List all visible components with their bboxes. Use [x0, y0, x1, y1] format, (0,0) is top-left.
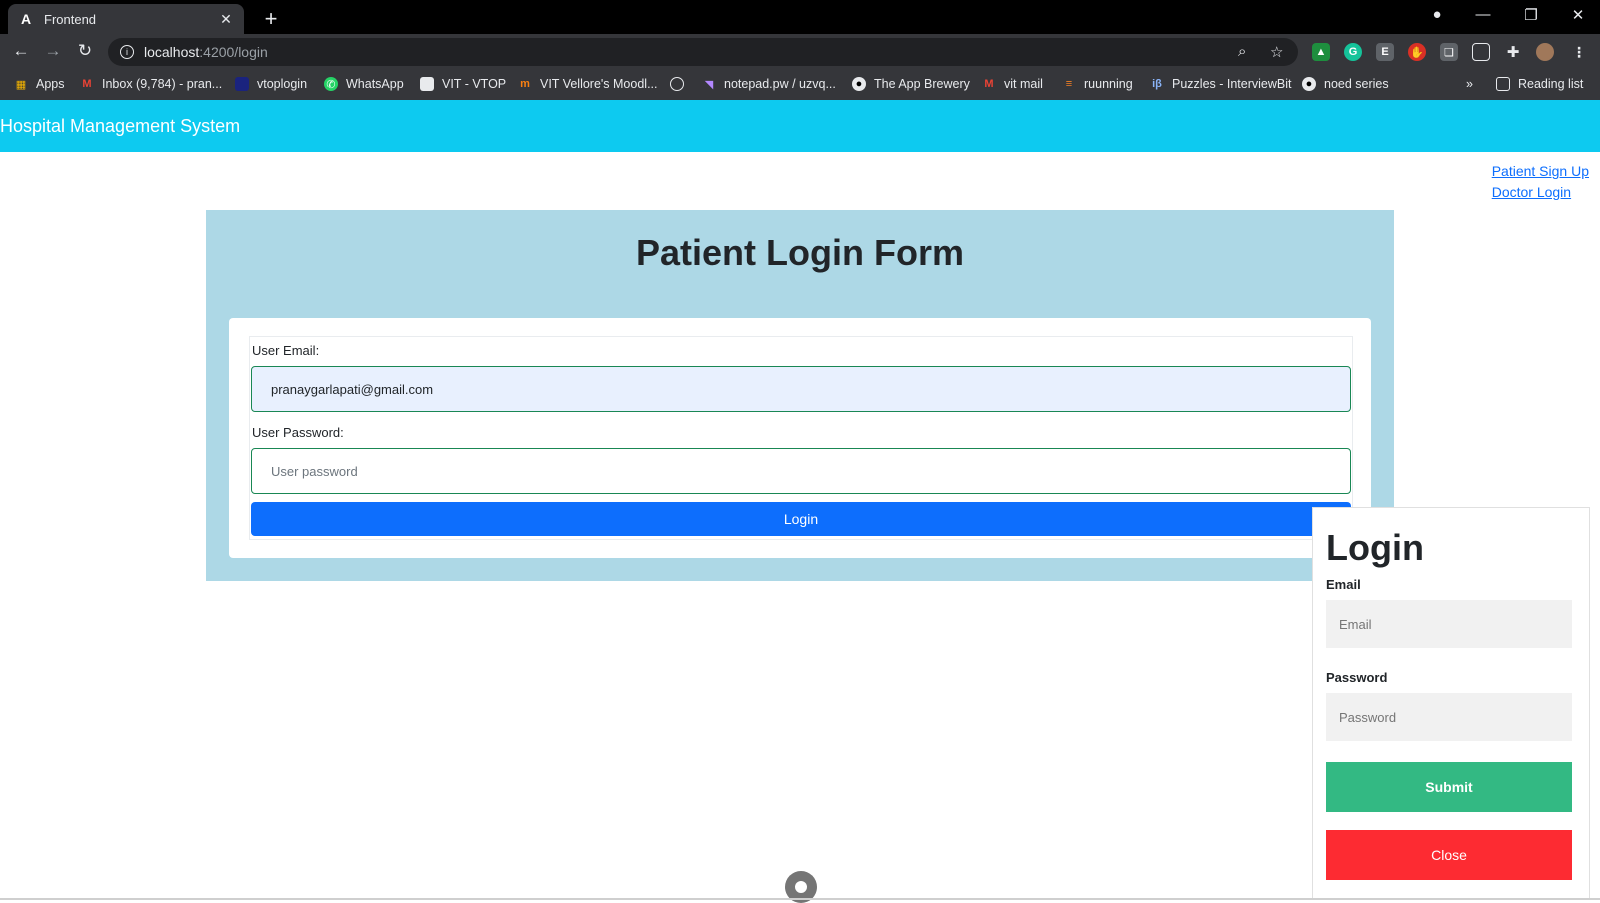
reading-list[interactable]: Reading list [1496, 77, 1583, 91]
popup-password-label: Password [1326, 670, 1388, 685]
bookmark-label: vtoplogin [257, 77, 308, 91]
form-panel: User Email: User Password: Login [229, 318, 1371, 558]
back-icon[interactable]: ← [10, 41, 32, 61]
interviewbit-icon: iβ [1152, 78, 1162, 90]
close-tab-icon[interactable]: ✕ [218, 11, 234, 28]
bookmark-star-icon[interactable]: ☆ [1270, 43, 1283, 61]
popup-email-input[interactable] [1326, 600, 1572, 648]
globe-icon [670, 77, 684, 91]
bookmark-label: VIT - VTOP [442, 77, 507, 91]
gmail-icon: M [82, 78, 92, 90]
browser-menu-icon[interactable]: ⋮ [1570, 43, 1588, 61]
bookmark-label: notepad.pw / uzvq... [724, 77, 836, 91]
bookmark-ruunning[interactable]: ≡ ruunning [1062, 77, 1133, 91]
reload-icon[interactable]: ↻ [74, 41, 96, 61]
bookmark-label: The App Brewery [874, 77, 970, 91]
bookmark-label: Puzzles - InterviewBit [1172, 77, 1292, 91]
zoom-icon[interactable]: ⌕ [1238, 43, 1246, 60]
adblock-icon[interactable]: ✋ [1408, 43, 1426, 61]
restore-icon[interactable]: ❐ [1520, 6, 1542, 24]
address-bar[interactable]: i localhost :4200/login ⌕ ☆ [108, 38, 1298, 66]
bookmark-label: vit mail [1004, 77, 1043, 91]
bookmark-label: Inbox (9,784) - pran... [102, 77, 223, 91]
browser-toolbar: ← → ↻ i localhost :4200/login ⌕ ☆ ▲ G E … [0, 34, 1600, 70]
copy-extension-icon[interactable]: ❏ [1440, 43, 1458, 61]
minimize-icon[interactable]: — [1472, 6, 1494, 23]
gmail-icon: M [984, 78, 994, 90]
password-label: User Password: [252, 425, 344, 440]
bookmark-app-brewery[interactable]: ● The App Brewery [852, 77, 970, 91]
bookmark-interviewbit[interactable]: iβ Puzzles - InterviewBit [1150, 77, 1291, 91]
extensions-puzzle-icon[interactable]: ✚ [1504, 43, 1522, 61]
profile-avatar-icon[interactable] [1536, 43, 1554, 61]
email-field[interactable] [251, 366, 1351, 412]
bookmark-apps[interactable]: ▦ Apps [14, 77, 65, 91]
login-popup: Login Email Password Submit Close [1312, 507, 1590, 900]
bookmark-moodle[interactable]: m VIT Vellore's Moodl... [518, 77, 658, 91]
auth-links: Patient Sign Up Doctor Login [1492, 161, 1589, 203]
github-icon: ● [1302, 77, 1316, 91]
moodle-icon: m [520, 78, 530, 90]
angular-icon: A [20, 11, 32, 27]
login-button[interactable]: Login [251, 502, 1351, 536]
popup-title: Login [1326, 527, 1424, 568]
notepad-icon: ◥ [704, 78, 714, 91]
bookmark-label: ruunning [1084, 77, 1133, 91]
bookmark-globe[interactable] [670, 77, 692, 91]
browser-tab-bar: A Frontend ✕ + ● — ❐ ✕ [0, 0, 1600, 34]
doctor-login-link[interactable]: Doctor Login [1492, 182, 1589, 203]
stack-icon: ≡ [1065, 78, 1073, 90]
bookmark-noed-series[interactable]: ● noed series [1302, 77, 1389, 91]
bookmark-whatsapp[interactable]: ✆ WhatsApp [324, 77, 404, 91]
app-navbar: Hospital Management System [0, 100, 1600, 152]
password-field[interactable] [251, 448, 1351, 494]
site-info-icon[interactable]: i [120, 45, 134, 59]
brewery-icon: ● [852, 77, 866, 91]
window-close-icon[interactable]: ✕ [1567, 6, 1589, 24]
url-host: localhost [144, 44, 200, 60]
cast-icon[interactable] [1472, 43, 1490, 61]
new-tab-icon[interactable]: + [260, 6, 282, 32]
browser-tab[interactable]: A Frontend ✕ [8, 4, 244, 34]
patient-login-card: Patient Login Form User Email: User Pass… [206, 210, 1394, 581]
page-icon [420, 77, 434, 91]
whatsapp-icon: ✆ [324, 77, 338, 91]
submit-button[interactable]: Submit [1326, 762, 1572, 812]
page-title: Patient Login Form [636, 232, 964, 273]
login-form: User Email: User Password: Login [249, 336, 1353, 540]
google-drive-icon[interactable]: ▲ [1312, 43, 1330, 61]
extension-e-icon[interactable]: E [1376, 43, 1394, 61]
popup-email-label: Email [1326, 577, 1361, 592]
bookmark-label: noed series [1324, 77, 1389, 91]
bookmarks-overflow-icon[interactable]: » [1466, 77, 1473, 91]
url-path: :4200/login [199, 44, 268, 60]
popup-password-input[interactable] [1326, 693, 1572, 741]
bookmark-inbox[interactable]: M Inbox (9,784) - pran... [80, 77, 222, 91]
bookmark-label: WhatsApp [346, 77, 404, 91]
grammarly-icon[interactable]: G [1344, 43, 1362, 61]
bookmark-label: VIT Vellore's Moodl... [540, 77, 658, 91]
bookmarks-bar: ▦ Apps M Inbox (9,784) - pran... vtoplog… [0, 70, 1600, 100]
reading-list-icon [1496, 77, 1510, 91]
globe-icon [235, 77, 249, 91]
reading-list-label: Reading list [1518, 77, 1584, 91]
bookmark-vit-mail[interactable]: M vit mail [982, 77, 1043, 91]
profile-dropdown-icon[interactable]: ● [1426, 6, 1448, 23]
patient-signup-link[interactable]: Patient Sign Up [1492, 161, 1589, 182]
email-label: User Email: [252, 343, 320, 358]
bookmark-vit-vtop[interactable]: VIT - VTOP [420, 77, 506, 91]
close-button[interactable]: Close [1326, 830, 1572, 880]
apps-grid-icon: ▦ [15, 78, 27, 91]
bookmark-vtoplogin[interactable]: vtoplogin [235, 77, 307, 91]
tab-title: Frontend [44, 11, 97, 27]
bookmark-label: Apps [36, 77, 65, 91]
app-brand[interactable]: Hospital Management System [0, 116, 240, 137]
forward-icon[interactable]: → [42, 41, 64, 61]
bookmark-notepad[interactable]: ◥ notepad.pw / uzvq... [702, 77, 836, 91]
